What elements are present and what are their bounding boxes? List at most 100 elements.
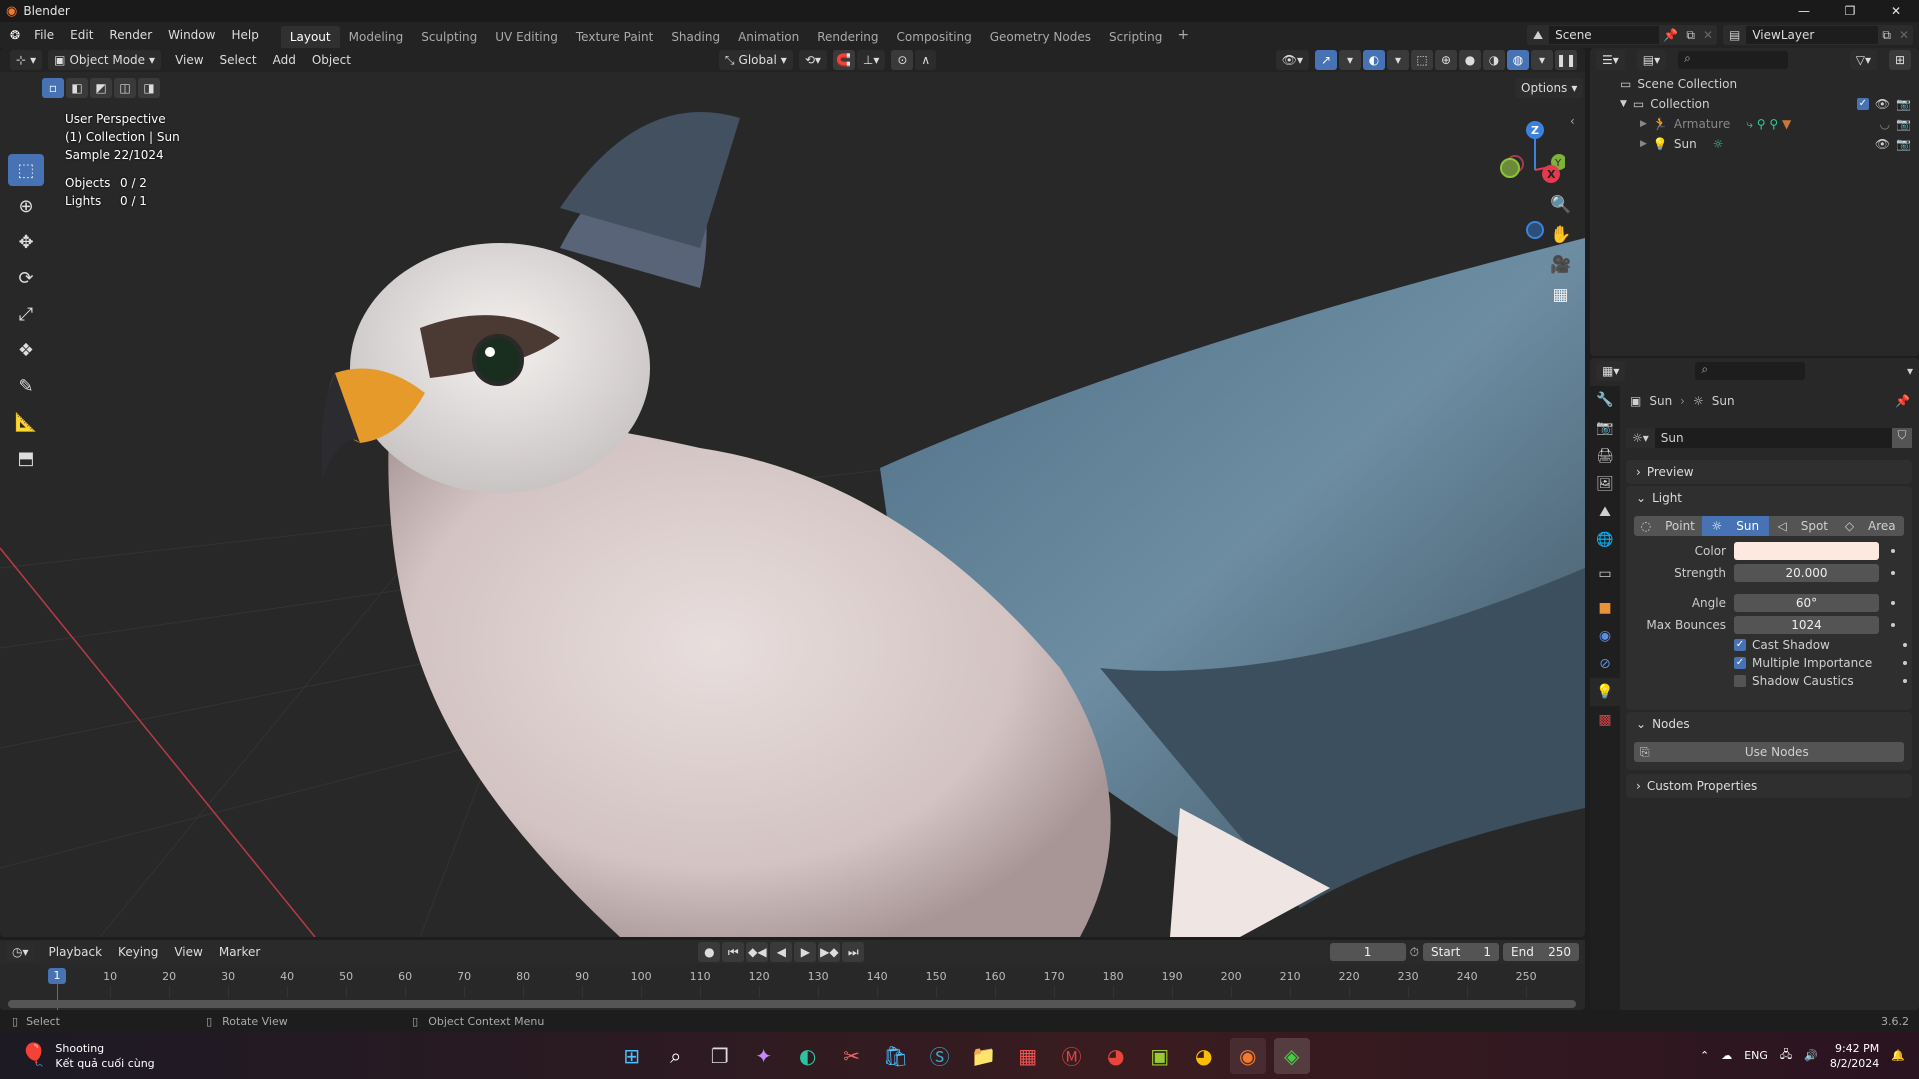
tab-render[interactable]: 📷 (1590, 414, 1620, 442)
nodes-panel-header[interactable]: ⌄ Nodes (1626, 712, 1912, 736)
show-hidden-icons[interactable]: ⌃ (1700, 1049, 1709, 1062)
menu-file[interactable]: File (26, 28, 62, 42)
edge-icon[interactable]: ◐ (790, 1038, 826, 1074)
notification-bell-icon[interactable]: 🔔 (1891, 1049, 1905, 1062)
keyframe-dot[interactable] (1891, 571, 1895, 575)
keyframe-dot[interactable] (1891, 623, 1895, 627)
add-cube-tool[interactable]: ⬒ (8, 442, 44, 474)
snap-toggle[interactable]: 🧲 (832, 50, 855, 70)
light-type-sun[interactable]: ☼ Sun (1701, 516, 1769, 536)
network-icon[interactable]: 🖧 (1780, 1046, 1792, 1065)
select-new-button[interactable]: ▫ (42, 78, 64, 98)
terminal-app-icon[interactable]: ▣ (1142, 1038, 1178, 1074)
workspace-tab-rendering[interactable]: Rendering (808, 26, 887, 48)
filter-button[interactable]: ▽▾ (1849, 50, 1877, 70)
timeline-scrollbar[interactable] (8, 1000, 1576, 1008)
render-camera-icon[interactable]: 📷 (1896, 114, 1911, 134)
file-explorer-icon[interactable]: 📁 (966, 1038, 1002, 1074)
expand-arrow-icon[interactable]: ▼ (1620, 94, 1627, 114)
properties-options-icon[interactable]: ▾ (1907, 364, 1913, 378)
microsoft-store-icon[interactable]: 🛍 (878, 1038, 914, 1074)
outliner-search-field[interactable]: ⌕ (1678, 51, 1789, 69)
tab-tool[interactable]: 🔧 (1590, 386, 1620, 414)
transform-orientation-selector[interactable]: ⤡ Global ▾ (718, 50, 793, 70)
properties-editor-type[interactable]: ▦▾ (1596, 361, 1626, 381)
menu-render[interactable]: Render (101, 28, 160, 42)
light-datablock-selector[interactable]: ☼▾ Sun ⛉ (1626, 428, 1912, 448)
keyframe-dot[interactable] (1891, 549, 1895, 553)
snipping-tool-icon[interactable]: ✂ (834, 1038, 870, 1074)
use-nodes-button[interactable]: ⎘ Use Nodes (1634, 742, 1904, 762)
select-subtract-button[interactable]: ◩ (90, 78, 112, 98)
jump-keyframe-back-button[interactable]: ◆◀ (746, 942, 769, 962)
expand-arrow-icon[interactable]: ▶ (1640, 114, 1647, 134)
color-swatch[interactable] (1734, 542, 1879, 560)
shadow-caustics-checkbox[interactable]: Shadow Caustics (1626, 674, 1912, 688)
wireframe-shading-button[interactable]: ⊕ (1435, 50, 1457, 70)
transform-tool[interactable]: ❖ (8, 334, 44, 366)
scale-tool[interactable]: ⤢ (8, 298, 44, 330)
exclude-checkbox[interactable]: ✓ (1856, 98, 1869, 110)
tab-object[interactable]: ■ (1590, 594, 1620, 622)
new-view-layer-button[interactable]: ⧉ (1878, 28, 1895, 43)
measure-tool[interactable]: 📐 (8, 406, 44, 438)
angle-field[interactable]: 60° (1734, 594, 1879, 612)
chrome-profile-icon[interactable]: ◕ (1186, 1038, 1222, 1074)
marker-menu[interactable]: Marker (211, 945, 268, 959)
outliner-item-armature[interactable]: ▶ 🏃 Armature ⤷ ⚲ ⚲ ▼ ◡ 📷 (1598, 114, 1911, 134)
light-type-point[interactable]: ◌ Point (1634, 516, 1702, 536)
tab-view-layer[interactable]: 🖼 (1590, 470, 1620, 498)
end-frame-field[interactable]: End 250 (1503, 943, 1579, 961)
mode-selector[interactable]: ▣ Object Mode ▾ (48, 50, 162, 70)
display-mode-button[interactable]: ▤▾ (1636, 50, 1667, 70)
visibility-button[interactable]: 👁▾ (1275, 50, 1309, 70)
menu-window[interactable]: Window (160, 28, 223, 42)
preview-range-icon[interactable]: ⏱ (1410, 945, 1419, 960)
app-s-icon[interactable]: Ⓢ (922, 1038, 958, 1074)
scene-selector[interactable]: ⛰ Scene 📌 ⧉ ✕ (1527, 25, 1717, 45)
volume-icon[interactable]: 🔊 (1804, 1049, 1818, 1062)
cursor-tool[interactable]: ⊕ (8, 190, 44, 222)
max-bounces-field[interactable]: 1024 (1734, 616, 1879, 634)
playback-menu[interactable]: Playback (41, 945, 111, 959)
workspace-tab-compositing[interactable]: Compositing (888, 26, 981, 48)
expand-arrow-icon[interactable]: ▶ (1640, 134, 1647, 154)
timeline-editor-type[interactable]: ◷▾ (6, 942, 35, 962)
new-collection-button[interactable]: ⊞ (1889, 50, 1911, 70)
workspace-tab-texture-paint[interactable]: Texture Paint (567, 26, 662, 48)
viewport-menu-view[interactable]: View (167, 53, 211, 67)
language-indicator[interactable]: ENG (1744, 1049, 1768, 1062)
workspace-tab-sculpting[interactable]: Sculpting (412, 26, 486, 48)
light-type-spot[interactable]: ◁ Spot (1769, 516, 1837, 536)
tab-object-data-light[interactable]: 💡 (1590, 678, 1620, 706)
annotate-tool[interactable]: ✎ (8, 370, 44, 402)
blender-menu-icon[interactable]: ❂ (10, 28, 20, 42)
multiple-importance-checkbox[interactable]: ✓ Multiple Importance (1626, 656, 1912, 670)
weather-widget[interactable]: 🎈 Shooting Kết quả cuối cùng (20, 1041, 155, 1071)
perspective-grid-icon[interactable]: ▦ (1550, 280, 1571, 310)
proportional-falloff-button[interactable]: ∧ (915, 50, 937, 70)
xray-toggle[interactable]: ⬚ (1411, 50, 1433, 70)
visibility-eye-icon[interactable]: 👁 (1875, 94, 1890, 114)
hidden-eye-icon[interactable]: ◡ (1880, 114, 1890, 134)
overlay-dropdown[interactable]: ▾ (1387, 50, 1409, 70)
pin-icon[interactable]: 📌 (1895, 394, 1910, 408)
app-icon[interactable]: ▦ (1010, 1038, 1046, 1074)
camera-view-icon[interactable]: 🎥 (1550, 250, 1571, 280)
jump-keyframe-forward-button[interactable]: ▶◆ (818, 942, 841, 962)
new-scene-button[interactable]: ⧉ (1682, 28, 1699, 43)
overlay-toggle[interactable]: ◐ (1363, 50, 1385, 70)
properties-search-field[interactable]: ⌕ (1695, 362, 1806, 380)
pause-render-button[interactable]: ❚❚ (1555, 50, 1577, 70)
visibility-eye-icon[interactable]: 👁 (1875, 134, 1890, 154)
render-camera-icon[interactable]: 📷 (1896, 94, 1911, 114)
workspace-tab-shading[interactable]: Shading (662, 26, 729, 48)
blender-taskbar-icon[interactable]: ◉ (1229, 1037, 1266, 1074)
keying-menu[interactable]: Keying (110, 945, 166, 959)
3d-viewport[interactable]: ⊹ ▾ ▣ Object Mode ▾ View Select Add Object … (0, 48, 1585, 937)
sidebar-toggle-icon[interactable]: ‹ (1570, 114, 1575, 128)
fake-user-shield-icon[interactable]: ⛉ (1892, 428, 1912, 448)
solid-shading-button[interactable]: ● (1459, 50, 1481, 70)
viewport-menu-object[interactable]: Object (304, 53, 359, 67)
pan-hand-icon[interactable]: ✋ (1550, 220, 1571, 250)
